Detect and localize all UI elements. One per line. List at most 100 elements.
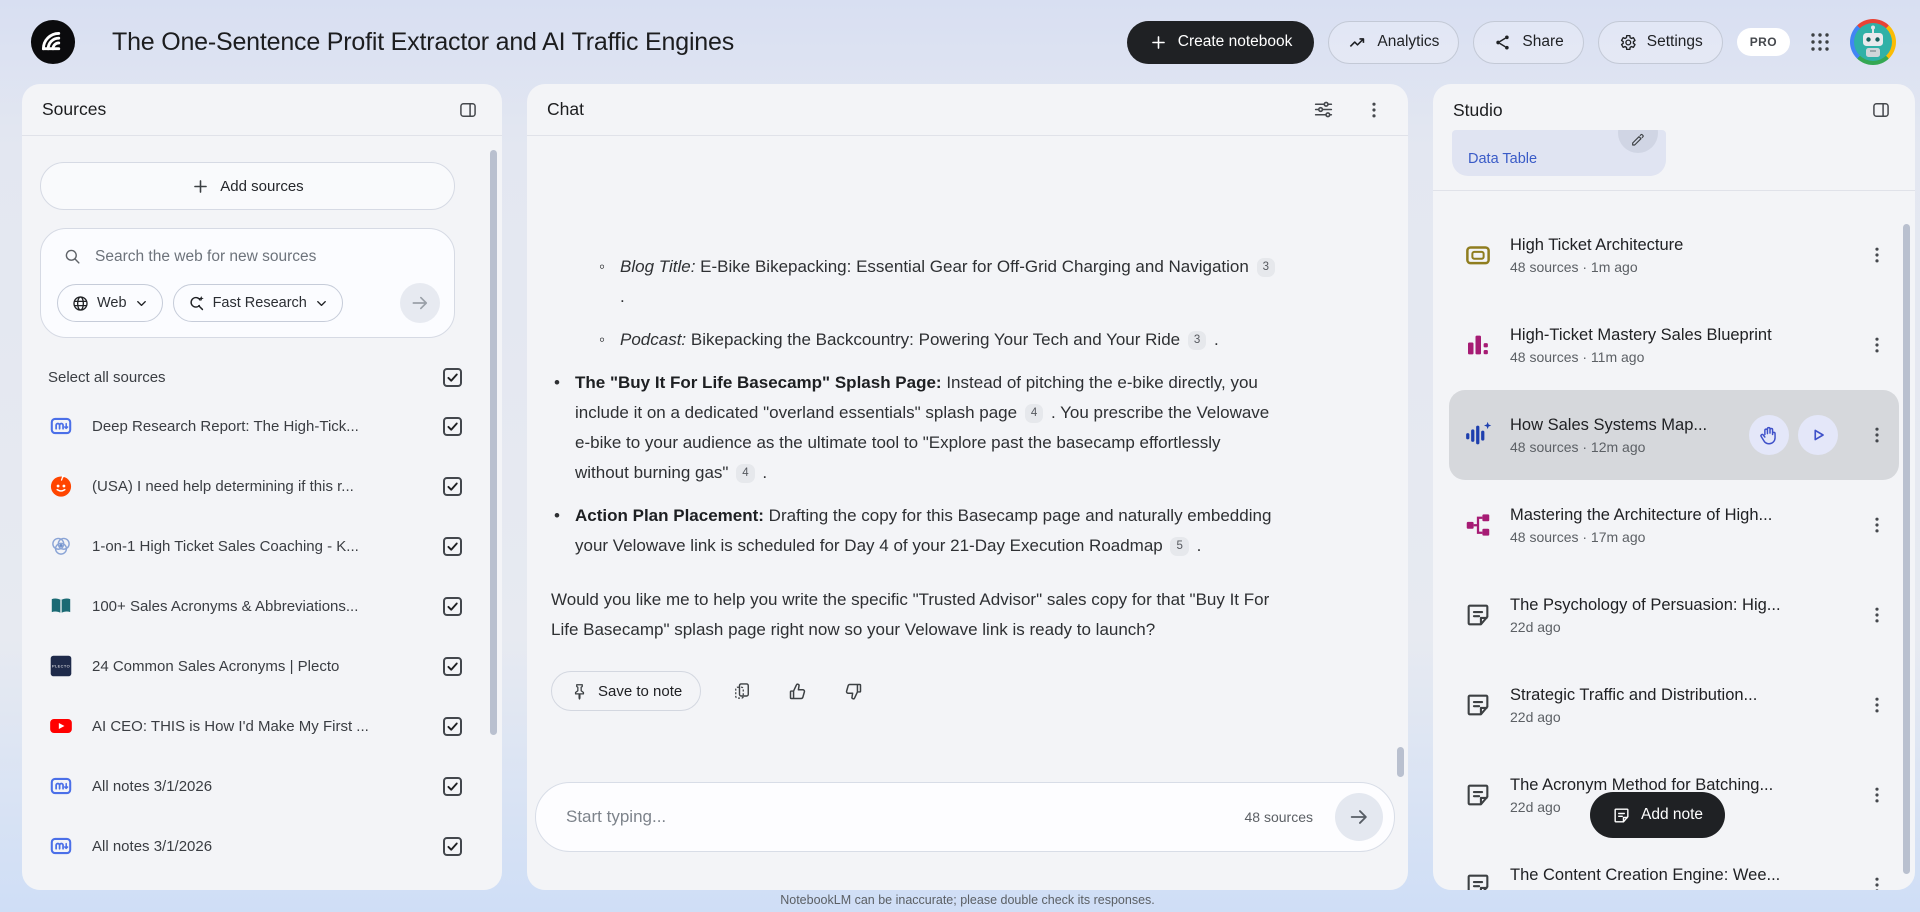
more-options-icon[interactable] (1861, 419, 1893, 451)
bullet-marker: • (554, 501, 560, 531)
plus-icon (1149, 33, 1168, 52)
more-options-icon[interactable] (1861, 239, 1893, 271)
flowchart-icon (1463, 510, 1493, 540)
source-row[interactable]: 100+ Sales Acronyms & Abbreviations... (22, 576, 502, 636)
reddit-icon (48, 473, 74, 499)
source-row[interactable]: 1-on-1 High Ticket Sales Coaching - K... (22, 516, 502, 576)
source-row[interactable]: All notes 3/1/2026 (22, 816, 502, 876)
source-row[interactable]: AI CEO: THIS is How I'd Make My First ..… (22, 696, 502, 756)
studio-item-text: Strategic Traffic and Distribution...22d… (1510, 686, 1844, 725)
more-options-icon[interactable] (1861, 689, 1893, 721)
flashcards-icon (1463, 240, 1493, 270)
search-submit-button[interactable] (400, 283, 440, 323)
chat-settings-tune-icon[interactable] (1309, 95, 1338, 124)
more-options-icon[interactable] (1861, 509, 1893, 541)
studio-item[interactable]: High-Ticket Mastery Sales Blueprint48 so… (1449, 300, 1899, 390)
note-icon (1463, 600, 1493, 630)
select-all-checkbox[interactable] (443, 368, 462, 387)
source-checkbox[interactable] (443, 477, 462, 496)
citation-chip[interactable]: 4 (736, 464, 754, 483)
source-checkbox[interactable] (443, 597, 462, 616)
play-audio-button[interactable] (1798, 415, 1838, 455)
chat-bullet: ◦Podcast: Bikepacking the Backcountry: P… (596, 325, 1278, 355)
source-checkbox[interactable] (443, 537, 462, 556)
more-options-icon[interactable] (1861, 329, 1893, 361)
source-checkbox[interactable] (443, 777, 462, 796)
chat-scrollbar[interactable] (1397, 747, 1404, 777)
data-table-card[interactable]: Data Table (1452, 130, 1666, 176)
select-all-label: Select all sources (48, 369, 166, 386)
collapse-studio-panel-icon[interactable] (1867, 96, 1895, 124)
source-row[interactable]: All notes 3/1/2026 (22, 756, 502, 816)
sources-panel-title: Sources (42, 99, 106, 120)
studio-item-text: Mastering the Architecture of High...48 … (1510, 506, 1844, 545)
venn-icon (48, 533, 74, 559)
search-input[interactable]: Search the web for new sources (57, 247, 440, 266)
share-icon (1493, 33, 1512, 52)
studio-item[interactable]: Mastering the Architecture of High...48 … (1449, 480, 1899, 570)
studio-item[interactable]: The Psychology of Persuasion: Hig...22d … (1449, 570, 1899, 660)
thumbs-down-icon[interactable] (839, 677, 868, 706)
studio-item[interactable]: Strategic Traffic and Distribution...22d… (1449, 660, 1899, 750)
studio-item[interactable]: The Content Creation Engine: Wee...22d a… (1449, 840, 1899, 890)
chat-text: . (620, 287, 625, 306)
bullet-marker: ◦ (599, 325, 605, 355)
studio-item[interactable]: How Sales Systems Map...48 sources · 12m… (1449, 390, 1899, 480)
citation-chip[interactable]: 4 (1025, 404, 1043, 423)
collapse-sources-panel-icon[interactable] (454, 96, 482, 124)
share-button[interactable]: Share (1473, 21, 1583, 64)
more-options-icon[interactable] (1861, 599, 1893, 631)
source-title: All notes 3/1/2026 (92, 838, 425, 855)
send-button[interactable] (1335, 793, 1383, 841)
studio-scrollbar[interactable] (1903, 224, 1910, 874)
sources-scrollbar[interactable] (490, 150, 497, 735)
citation-chip[interactable]: 5 (1170, 537, 1188, 556)
chat-bullet: •Action Plan Placement: Drafting the cop… (551, 501, 1278, 561)
interactive-mode-hand-button[interactable] (1749, 415, 1789, 455)
notebooklm-logo-icon[interactable] (30, 19, 76, 65)
source-checkbox[interactable] (443, 417, 462, 436)
chat-panel: Chat ◦Blog Title: E-Bike Bikepacking: Es… (527, 84, 1408, 890)
citation-chip[interactable]: 3 (1188, 331, 1206, 350)
source-row[interactable]: PLECTO24 Common Sales Acronyms | Plecto (22, 636, 502, 696)
analytics-label: Analytics (1377, 33, 1439, 51)
source-checkbox[interactable] (443, 657, 462, 676)
source-checkbox[interactable] (443, 837, 462, 856)
web-filter-label: Web (97, 295, 127, 311)
bullet-marker: ◦ (599, 252, 605, 282)
source-row[interactable]: Deep Research Report: The High-Tick... (22, 396, 502, 456)
add-sources-button[interactable]: Add sources (40, 162, 455, 210)
thumbs-up-icon[interactable] (783, 677, 812, 706)
studio-item-title: The Psychology of Persuasion: Hig... (1510, 596, 1844, 615)
chat-input[interactable]: Start typing... 48 sources (535, 782, 1395, 852)
robot-avatar-image (1854, 23, 1892, 61)
studio-item-meta: 48 sources · 12m ago (1510, 439, 1732, 455)
studio-item-meta: 48 sources · 17m ago (1510, 529, 1844, 545)
source-checkbox[interactable] (443, 717, 462, 736)
citation-chip[interactable]: 3 (1257, 258, 1275, 277)
settings-button[interactable]: Settings (1598, 21, 1723, 64)
studio-item-meta: 22d ago (1510, 889, 1844, 891)
studio-list: High Ticket Architecture48 sources · 1m … (1433, 210, 1915, 890)
more-options-icon[interactable] (1861, 869, 1893, 890)
source-title: 24 Common Sales Acronyms | Plecto (92, 658, 425, 675)
chat-message-area: ◦Blog Title: E-Bike Bikepacking: Essenti… (539, 220, 1278, 755)
add-note-button[interactable]: Add note (1590, 792, 1725, 838)
analytics-button[interactable]: Analytics (1328, 21, 1459, 64)
studio-item-text: High Ticket Architecture48 sources · 1m … (1510, 236, 1844, 275)
more-options-icon[interactable] (1861, 779, 1893, 811)
create-notebook-button[interactable]: Create notebook (1127, 21, 1315, 64)
user-avatar[interactable] (1850, 19, 1896, 65)
source-row[interactable]: (USA) I need help determining if this r.… (22, 456, 502, 516)
edit-icon[interactable] (1618, 130, 1658, 153)
studio-item-text: How Sales Systems Map...48 sources · 12m… (1510, 416, 1732, 455)
chat-more-options-icon[interactable] (1360, 96, 1388, 124)
studio-item[interactable]: High Ticket Architecture48 sources · 1m … (1449, 210, 1899, 300)
copy-icon[interactable] (728, 677, 756, 705)
mplus-icon (48, 833, 74, 859)
save-to-note-button[interactable]: Save to note (551, 671, 701, 711)
research-mode-dropdown[interactable]: Fast Research (173, 284, 343, 322)
apps-grid-icon[interactable] (1804, 26, 1836, 58)
studio-divider (1433, 190, 1915, 191)
web-filter-dropdown[interactable]: Web (57, 284, 163, 322)
